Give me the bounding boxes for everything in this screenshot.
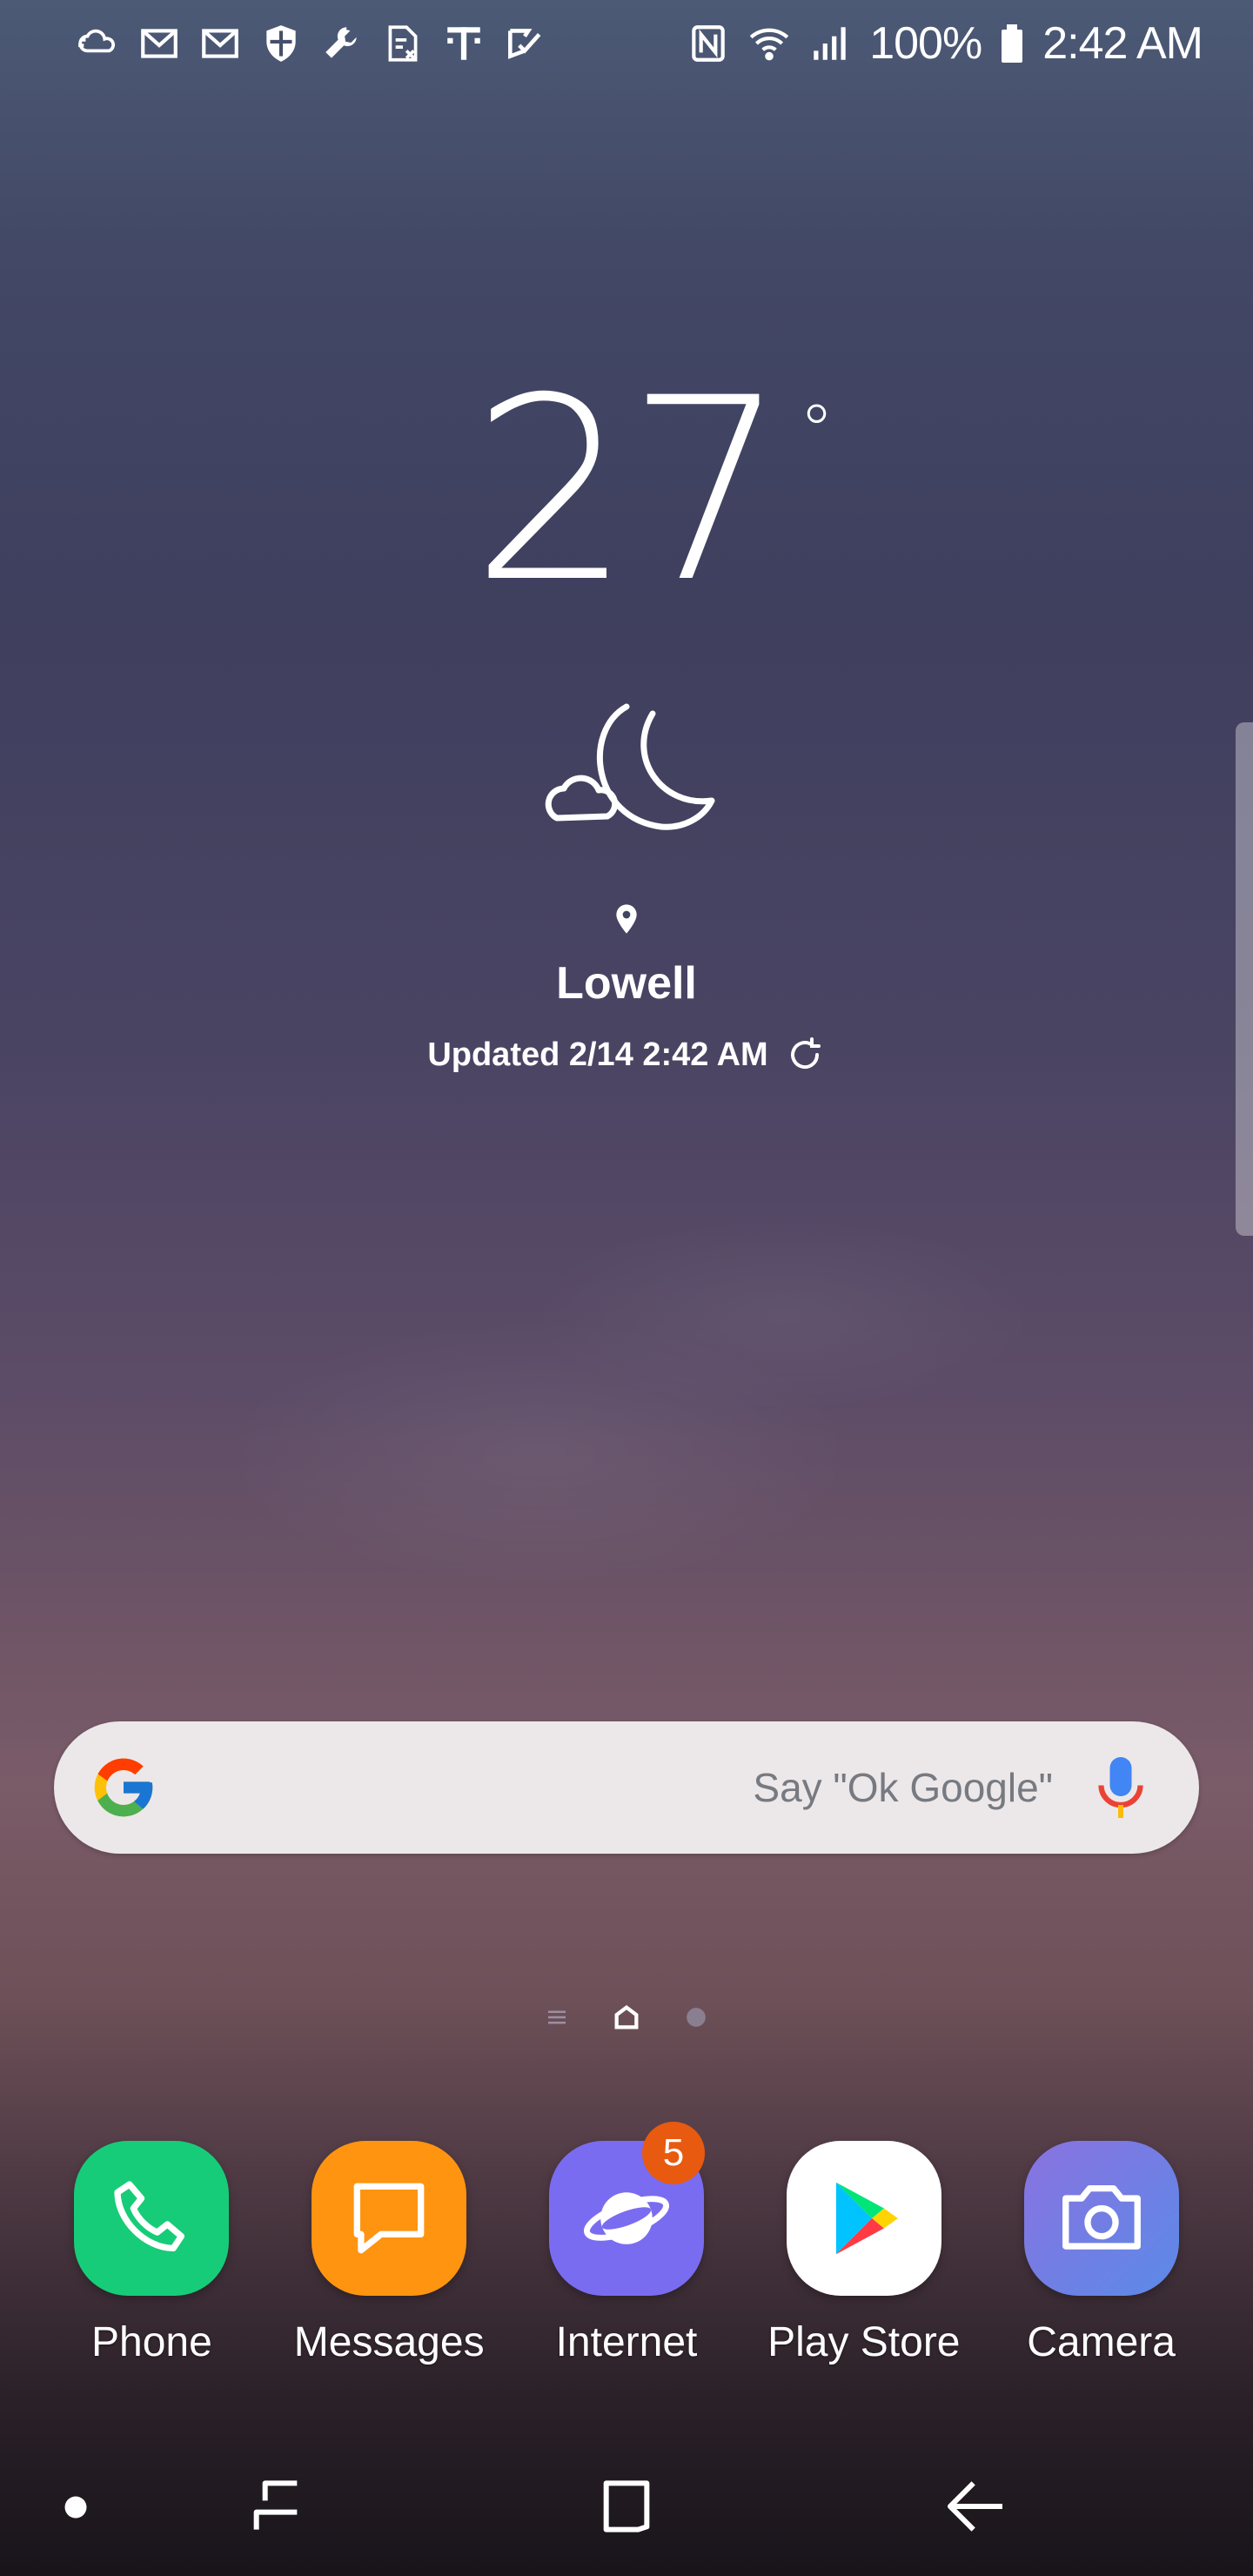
shield-icon [259,22,303,65]
weather-city: Lowell [556,958,697,1009]
search-hint: Say "Ok Google" [753,1765,1053,1810]
play-store-icon[interactable] [786,2141,941,2296]
app-label: Messages [293,2319,485,2365]
edge-panel-handle[interactable] [1236,722,1253,1236]
notification-icons [77,22,546,65]
sim-icon [381,22,425,65]
wrench-icon [320,22,364,65]
temperature-value: 27 [471,345,787,638]
wifi-icon [747,22,791,65]
system-indicators: 100% 2:42 AM [687,17,1203,70]
battery-percent: 100% [869,18,982,69]
camera-icon[interactable] [1023,2141,1179,2296]
gmail-icon [137,22,181,65]
app-phone[interactable]: Phone [40,2141,263,2366]
app-play-store[interactable]: Play Store [753,2141,975,2366]
google-logo-icon [94,1758,153,1817]
weather-widget[interactable]: 27 ° [0,366,1253,618]
weather-updated: Updated 2/14 2:42 AM [0,1034,1253,1076]
refresh-icon[interactable] [784,1034,826,1076]
app-label: Internet [555,2319,698,2365]
phone-icon[interactable] [74,2141,230,2296]
app-dock: Phone Messages 5 Internet Play Store Cam… [0,2122,1253,2366]
app-internet[interactable]: 5 Internet [515,2122,738,2366]
app-label: Play Store [767,2319,961,2365]
page-dot-icon[interactable] [680,2002,712,2033]
notification-badge: 5 [641,2122,705,2184]
google-search-bar[interactable]: Say "Ok Google" [54,1721,1199,1854]
check-icon [503,22,546,65]
cloud-sync-icon [77,22,120,65]
mic-icon[interactable] [1095,1753,1147,1822]
app-label: Camera [1027,2319,1176,2365]
recents-icon[interactable] [242,2472,312,2541]
app-messages[interactable]: Messages [278,2141,500,2366]
clock: 2:42 AM [1042,18,1203,69]
list-page-icon[interactable] [541,2002,573,2033]
messages-icon[interactable] [312,2141,467,2296]
status-bar: 100% 2:42 AM [0,0,1253,87]
gmail-icon [198,22,242,65]
search-right-group: Say "Ok Google" [753,1753,1147,1822]
battery-icon [999,22,1025,65]
app-camera[interactable]: Camera [990,2141,1213,2366]
dot-icon[interactable] [54,2485,97,2529]
signal-icon [808,22,852,65]
navigation-bar [0,2437,1253,2576]
updated-text: Updated 2/14 2:42 AM [427,1036,768,1073]
degree-symbol: ° [799,390,834,471]
nfc-icon [687,22,730,65]
back-icon[interactable] [941,2472,1011,2541]
home-icon[interactable] [592,2472,661,2541]
home-page-icon[interactable] [611,2002,642,2033]
cloudy-night-icon [545,703,715,830]
app-label: Phone [90,2319,212,2365]
location-pin-icon [616,904,637,934]
page-indicator [0,2002,1253,2033]
tmobile-icon [442,22,486,65]
temperature-display: 27 ° [471,366,834,618]
